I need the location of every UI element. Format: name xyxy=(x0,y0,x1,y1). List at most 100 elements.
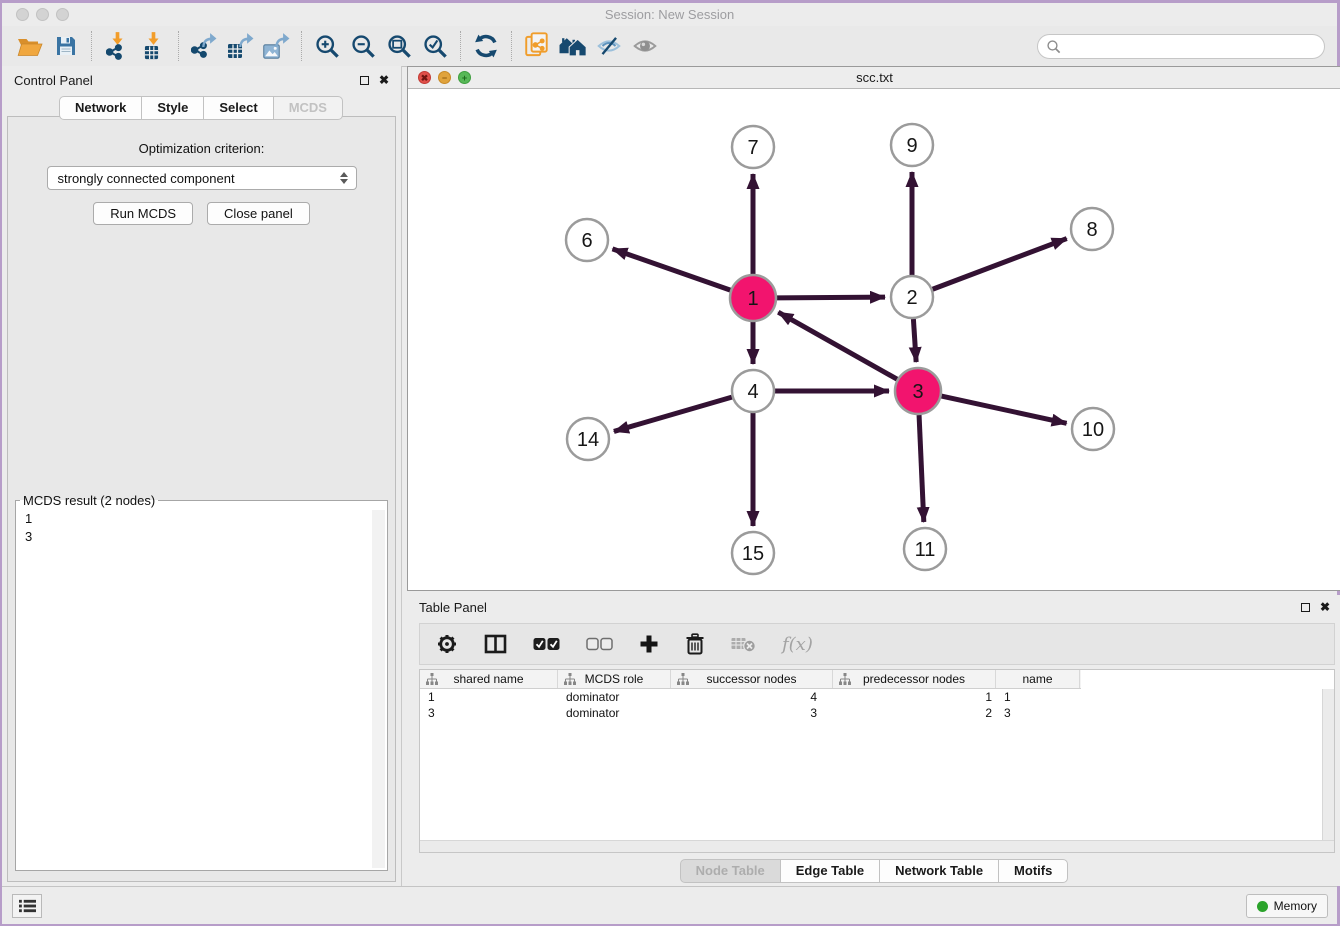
edge-4-14[interactable] xyxy=(614,397,732,431)
refresh-icon[interactable] xyxy=(468,30,504,62)
table-vertical-scrollbar[interactable] xyxy=(1322,689,1334,840)
add-row-icon[interactable] xyxy=(639,634,659,654)
task-history-button[interactable] xyxy=(12,894,42,918)
delete-row-icon[interactable] xyxy=(685,633,705,655)
zoom-fit-icon[interactable] xyxy=(381,30,417,62)
search-input[interactable] xyxy=(1067,39,1324,54)
tab-node-table[interactable]: Node Table xyxy=(680,859,781,883)
svg-text:4: 4 xyxy=(747,381,758,403)
svg-text:2: 2 xyxy=(906,287,917,309)
export-image-icon[interactable] xyxy=(258,30,294,62)
close-panel-button[interactable]: Close panel xyxy=(207,202,310,225)
column-label: MCDS role xyxy=(585,672,644,686)
export-network-icon[interactable] xyxy=(186,30,222,62)
tab-network[interactable]: Network xyxy=(59,96,142,120)
column-label: name xyxy=(1022,672,1052,686)
node-9[interactable]: 9 xyxy=(891,124,933,166)
tab-network-table[interactable]: Network Table xyxy=(879,859,999,883)
import-table-icon[interactable] xyxy=(135,30,171,62)
svg-text:6: 6 xyxy=(581,230,592,252)
result-scrollbar[interactable] xyxy=(372,510,385,868)
column-header-mcds-role[interactable]: MCDS role xyxy=(558,670,671,688)
search-box[interactable] xyxy=(1037,34,1325,59)
run-mcds-button[interactable]: Run MCDS xyxy=(93,202,193,225)
edge-2-8[interactable] xyxy=(933,239,1067,290)
close-table-panel-icon[interactable]: ✖ xyxy=(1320,601,1330,613)
tree-icon xyxy=(839,673,851,685)
table-horizontal-scrollbar[interactable] xyxy=(420,840,1334,852)
optimization-criterion-label: Optimization criterion: xyxy=(8,141,395,156)
svg-text:7: 7 xyxy=(747,137,758,159)
open-session-icon[interactable] xyxy=(12,30,48,62)
node-10[interactable]: 10 xyxy=(1072,408,1114,450)
column-header-predecessor-nodes[interactable]: predecessor nodes xyxy=(833,670,996,688)
table-row[interactable]: 1dominator411 xyxy=(420,689,1334,705)
network-canvas[interactable]: 7 9 6 8 1 2 4 3 14 10 15 11 xyxy=(408,89,1340,590)
edge-3-11[interactable] xyxy=(919,415,924,522)
memory-label: Memory xyxy=(1274,899,1317,913)
hide-selected-icon[interactable] xyxy=(591,30,627,62)
open-network-file-icon[interactable] xyxy=(519,30,555,62)
tab-edge-table[interactable]: Edge Table xyxy=(780,859,880,883)
network-graph[interactable]: 7 9 6 8 1 2 4 3 14 10 15 11 xyxy=(408,89,1340,590)
mcds-result-text[interactable]: 13 xyxy=(18,510,385,868)
svg-text:10: 10 xyxy=(1082,419,1104,441)
tab-style[interactable]: Style xyxy=(141,96,204,120)
network-window-titlebar[interactable]: ✖ − + scc.txt xyxy=(408,67,1340,89)
node-15[interactable]: 15 xyxy=(732,532,774,574)
node-table[interactable]: shared name MCDS role successor nodes prede… xyxy=(419,669,1335,853)
export-table-icon[interactable] xyxy=(222,30,258,62)
window-titlebar: Session: New Session xyxy=(2,3,1337,26)
edge-3-1[interactable] xyxy=(778,312,897,379)
float-panel-icon[interactable] xyxy=(360,76,369,85)
node-8[interactable]: 8 xyxy=(1071,208,1113,250)
memory-button[interactable]: Memory xyxy=(1246,894,1328,918)
split-view-icon[interactable] xyxy=(484,633,507,655)
node-11[interactable]: 11 xyxy=(904,528,946,570)
column-header-name[interactable]: name xyxy=(996,670,1080,688)
zoom-in-icon[interactable] xyxy=(309,30,345,62)
edge-2-3[interactable] xyxy=(913,319,916,362)
edge-1-6[interactable] xyxy=(612,249,730,290)
node-3[interactable]: 3 xyxy=(895,368,941,414)
control-panel-tabs: NetworkStyleSelectMCDS xyxy=(2,96,401,120)
mcds-result-group: MCDS result (2 nodes) 13 xyxy=(15,493,388,871)
optimization-criterion-dropdown[interactable]: strongly connected component xyxy=(47,166,357,190)
tab-mcds[interactable]: MCDS xyxy=(273,96,343,120)
gear-icon[interactable] xyxy=(436,633,458,655)
import-network-icon[interactable] xyxy=(99,30,135,62)
node-2[interactable]: 2 xyxy=(891,276,933,318)
column-header-successor-nodes[interactable]: successor nodes xyxy=(671,670,833,688)
edge-1-2[interactable] xyxy=(777,297,885,298)
status-bar: Memory xyxy=(2,886,1337,924)
toolbar-separator xyxy=(460,31,461,61)
node-1[interactable]: 1 xyxy=(730,275,776,321)
column-header-shared-name[interactable]: shared name xyxy=(420,670,558,688)
show-all-icon[interactable] xyxy=(627,30,663,62)
close-panel-icon[interactable]: ✖ xyxy=(379,74,389,86)
window-title: Session: New Session xyxy=(2,7,1337,22)
delete-table-icon[interactable] xyxy=(731,635,756,653)
node-7[interactable]: 7 xyxy=(732,126,774,168)
deselect-all-icon[interactable] xyxy=(586,637,613,651)
tab-motifs[interactable]: Motifs xyxy=(998,859,1068,883)
home-icon[interactable] xyxy=(555,30,591,62)
float-table-panel-icon[interactable] xyxy=(1301,603,1310,612)
tab-select[interactable]: Select xyxy=(203,96,273,120)
zoom-selected-icon[interactable] xyxy=(417,30,453,62)
function-builder-icon[interactable]: f(x) xyxy=(782,634,813,655)
zoom-out-icon[interactable] xyxy=(345,30,381,62)
node-6[interactable]: 6 xyxy=(566,219,608,261)
table-row[interactable]: 3dominator323 xyxy=(420,705,1334,721)
table-panel: Table Panel ✖ xyxy=(407,595,1340,886)
table-panel-title: Table Panel xyxy=(419,600,487,615)
task-list-icon xyxy=(19,899,36,913)
select-all-icon[interactable] xyxy=(533,637,560,651)
save-session-icon[interactable] xyxy=(48,30,84,62)
node-14[interactable]: 14 xyxy=(567,418,609,460)
node-4[interactable]: 4 xyxy=(732,370,774,412)
table-cell: 3 xyxy=(996,705,1080,721)
column-label: successor nodes xyxy=(706,672,796,686)
edge-3-10[interactable] xyxy=(941,396,1066,423)
network-window-title: scc.txt xyxy=(408,70,1340,85)
